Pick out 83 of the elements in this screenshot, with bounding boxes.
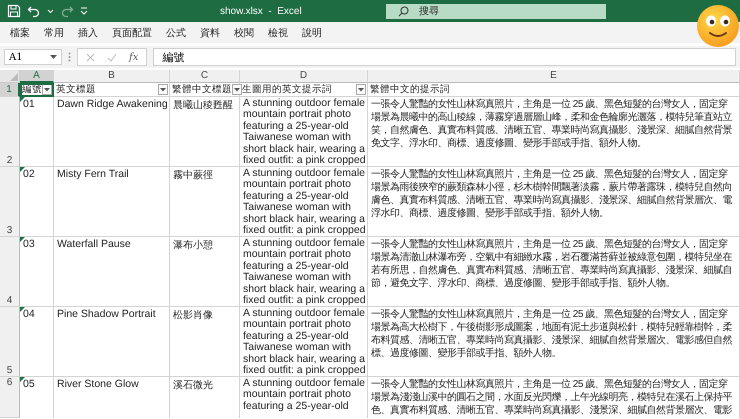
column-header[interactable]: E bbox=[368, 70, 740, 83]
table-cell: 02 bbox=[23, 168, 35, 180]
window-title: show.xlsx - Excel bbox=[220, 6, 303, 16]
dropdown-icon bbox=[50, 54, 57, 60]
formula-input[interactable]: 編號 bbox=[153, 48, 736, 66]
header-cell[interactable]: 編號 bbox=[20, 83, 54, 97]
row-header[interactable]: 6 bbox=[0, 377, 20, 418]
error-indicator-icon[interactable] bbox=[20, 307, 25, 312]
save-icon[interactable] bbox=[7, 4, 21, 18]
error-indicator-icon[interactable] bbox=[20, 97, 25, 102]
table-cell: 05 bbox=[23, 378, 35, 390]
dropdown-caret-icon bbox=[44, 88, 50, 92]
dropdown-caret-icon bbox=[358, 88, 364, 92]
column-title: 編號 bbox=[22, 83, 42, 96]
error-indicator-icon[interactable] bbox=[20, 377, 25, 382]
filter-button[interactable] bbox=[356, 84, 366, 95]
search-field[interactable]: 搜尋 bbox=[386, 4, 606, 18]
row-header[interactable]: 2 bbox=[0, 97, 20, 167]
table-cell: A stunning outdoor female mountain portrait photo featuring a 25-year-old Taiwanese woman with short black hair, wearing a fixed outfit: a pink cropped bbox=[243, 98, 366, 166]
ribbon-tab[interactable]: 校閱 bbox=[227, 24, 261, 42]
table-cell: A stunning outdoor female mountain portrait photo featuring a 25-year-old Taiwanese woman with short black hair, wearing a fixed outfit: a pink cropped bbox=[243, 308, 366, 376]
error-indicator-icon[interactable] bbox=[20, 237, 25, 242]
ribbon-tab[interactable]: 說明 bbox=[295, 24, 329, 42]
table-cell: 03 bbox=[23, 238, 35, 250]
column-header[interactable]: A bbox=[20, 70, 54, 83]
table-cell: 04 bbox=[23, 308, 35, 320]
column-header[interactable]: C bbox=[170, 70, 240, 83]
dropdown-caret-icon bbox=[234, 88, 240, 92]
table-cell: 一張令人驚豔的女性山林寫真照片，主角是一位 25 歲、黑色短髮的台灣女人，固定穿 場景為雨後狹窄的蕨類森林小徑，杉木樹幹間飄著淡霧，蕨片帶著露珠，模特兒自然向 膚色、真實布料質感、清晰五官、專業時尚寫真攝影、淺景深、細膩自然背景層次、電 浮水印、商標、過度修圖、變形手部或手指、額外人物。 bbox=[371, 168, 732, 220]
caret-icon[interactable] bbox=[47, 8, 54, 14]
table-cell: 一張令人驚豔的女性山林寫真照片，主角是一位 25 歲、黑色短髮的台灣女人，固定穿 場景為晨曦中的高山稜線，薄霧穿過層層山峰，柔和金色輪廓光灑落，模特兒筆直站立 笑，自然膚色、真實布料質感、清晰五官、專業時尚寫真攝影、淺景深、細膩自然背景 免文字、浮水印、商標、過度修圖、變形手部或手指、額外人物。 bbox=[371, 98, 732, 150]
header-cell[interactable]: 英文標題 bbox=[54, 83, 170, 97]
check-icon[interactable] bbox=[107, 52, 117, 62]
filter-button[interactable] bbox=[232, 84, 242, 95]
ribbon-tab[interactable]: 公式 bbox=[159, 24, 193, 42]
table-cell: 溪石微光 bbox=[173, 380, 213, 391]
table-cell: A stunning outdoor female mountain portrait photo featuring a 25-year-old Taiwanese woman with short black hair, wearing a fixed outfit: a pink cropped bbox=[243, 168, 366, 236]
corner-triangle-icon bbox=[10, 73, 18, 81]
column-title: 繁體中文的提示詞 bbox=[370, 83, 450, 96]
column-title: 繁體中文標題 bbox=[172, 83, 232, 96]
filter-button[interactable] bbox=[42, 84, 52, 95]
ribbon-tab[interactable]: 檢視 bbox=[261, 24, 295, 42]
header-cell[interactable]: 生圖用的英文提示詞 bbox=[240, 83, 368, 97]
row-header[interactable]: 3 bbox=[0, 167, 20, 237]
column-header[interactable]: D bbox=[240, 70, 368, 83]
name-box[interactable]: A1 bbox=[4, 49, 62, 65]
dropdown-caret-icon bbox=[160, 88, 166, 92]
table-cell: 一張令人驚豔的女性山林寫真照片，主角是一位 25 歲、黑色短髮的台灣女人，固定穿 場景為高大松樹下，午後樹影形成圖案，地面有泥土步道與松針，模特兒輕靠樹幹，柔 布料質感、清晰五官、專業時尚寫真攝影、淺景深、細膩自然背景層次、電影感但自然 標、過度修圖、變形手部或手指、額外人物。 bbox=[371, 308, 732, 360]
column-title: 英文標題 bbox=[56, 83, 96, 96]
table-cell: 霧中蕨徑 bbox=[173, 170, 213, 181]
insert-function-button[interactable]: fx bbox=[129, 52, 138, 62]
table-cell: 松影肖像 bbox=[173, 310, 213, 321]
row-header[interactable]: 5 bbox=[0, 307, 20, 377]
table-cell: Waterfall Pause bbox=[57, 238, 131, 250]
row-header[interactable]: 1 bbox=[0, 83, 20, 97]
table-cell: 晨曦山稜甦醒 bbox=[173, 100, 233, 111]
table-cell: Misty Fern Trail bbox=[57, 168, 129, 180]
header-cell[interactable]: 繁體中文的提示詞 bbox=[368, 83, 740, 97]
table-cell: A stunning outdoor female mountain portrait photo featuring a 25-year-old Taiwanese woman with short black hair, wearing a fixed outfit: a pink cropped bbox=[243, 238, 366, 306]
customize-toolbar-icon[interactable] bbox=[80, 7, 88, 15]
table-cell: River Stone Glow bbox=[57, 378, 139, 390]
ribbon-tab[interactable]: 插入 bbox=[71, 24, 105, 42]
ribbon-tab[interactable]: 頁面配置 bbox=[105, 24, 159, 42]
row-header[interactable]: 4 bbox=[0, 237, 20, 307]
table-cell: A stunning outdoor female mountain portrait photo featuring a 25-year-old bbox=[243, 378, 366, 412]
search-icon bbox=[398, 6, 409, 16]
ribbon-tab[interactable]: 檔案 bbox=[3, 24, 37, 42]
table-cell: Dawn Ridge Awakening bbox=[57, 98, 168, 110]
filter-button[interactable] bbox=[158, 84, 168, 95]
ribbon-tab[interactable]: 資料 bbox=[193, 24, 227, 42]
ribbon-tab[interactable]: 常用 bbox=[37, 24, 71, 42]
table-cell: Pine Shadow Portrait bbox=[57, 308, 156, 320]
table-cell: 瀑布小憩 bbox=[173, 240, 213, 251]
table-cell: 01 bbox=[23, 98, 35, 110]
column-header[interactable]: B bbox=[54, 70, 170, 83]
header-cell[interactable]: 繁體中文標題 bbox=[170, 83, 240, 97]
table-cell: 一張令人驚豔的女性山林寫真照片，主角是一位 25 歲、黑色短髮的台灣女人，固定穿 場景為清澈山林瀑布旁，空氣中有細緻水霧，岩石覆滿苔蘚並被綠意包圍，模特兒坐在 若有所思，自然膚色、真實布料質感、清晰五官、專業時尚寫真攝影、淺景深、細膩自 節，避免文字、浮水印、商標、過度修圖、變形手部或手指、額外人物。 bbox=[371, 238, 732, 290]
undo-icon[interactable] bbox=[27, 4, 41, 18]
column-title: 生圖用的英文提示詞 bbox=[242, 83, 332, 96]
grip-icon bbox=[68, 52, 71, 62]
search-input[interactable]: 搜尋 bbox=[419, 6, 569, 16]
error-indicator-icon[interactable] bbox=[20, 167, 25, 172]
table-cell: 一張令人驚豔的女性山林寫真照片，主角是一位 25 歲、黑色短髮的台灣女人，固定穿 場景為淺淺山溪中的圓石之間，水面反光閃爍，上午光線明亮，模特兒在溪石上保持平 色、真實布料質感、清晰五官、專業時尚寫真攝影、淺景深、細膩自然背景層次、電影 bbox=[371, 378, 732, 417]
